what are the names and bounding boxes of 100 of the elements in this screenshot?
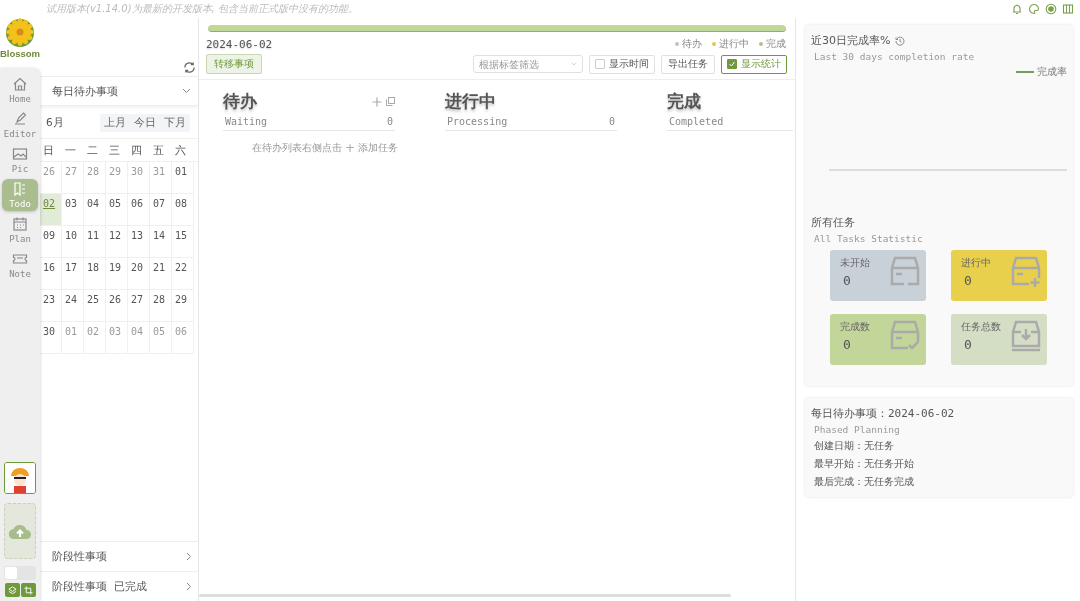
legend-line-icon (1016, 71, 1034, 73)
calendar-day[interactable]: 08 (172, 194, 194, 226)
card-subtitle: Last 30 days completion rate (813, 51, 976, 62)
show-time-toggle[interactable]: 显示时间 (589, 54, 655, 74)
export-button[interactable]: 导出任务 (661, 54, 715, 74)
app-name: Blossom (0, 48, 41, 59)
tray-icon (890, 320, 920, 352)
section-title: 所有任务 (811, 216, 856, 230)
crop-button[interactable] (20, 583, 36, 597)
calendar-day[interactable]: 18 (84, 258, 106, 290)
hint-text: 添加任务 (358, 141, 399, 155)
upload-button[interactable] (4, 503, 36, 559)
layers-button[interactable] (4, 583, 20, 597)
chevron-down-icon (182, 88, 191, 94)
record-icon[interactable] (1045, 3, 1057, 15)
bookmark-list-icon (12, 181, 28, 197)
download-icon (1011, 320, 1041, 352)
legend-label: 完成 (766, 37, 786, 51)
section-subtitle: All Tasks Statistic (813, 233, 924, 244)
refresh-icon[interactable] (183, 61, 196, 74)
scrollbar[interactable] (199, 594, 731, 597)
calendar-day[interactable]: 05 (106, 194, 128, 226)
detail-line: 最早开始：无任务开始 (813, 457, 915, 471)
month-label: 6月 (46, 116, 64, 130)
phase-list-item[interactable]: 阶段性事项 已完成 (40, 571, 198, 601)
bell-icon[interactable] (1011, 3, 1023, 15)
calendar-day[interactable]: 15 (172, 226, 194, 258)
tray-icon (1011, 256, 1041, 288)
image-icon (12, 146, 28, 162)
calendar-day[interactable]: 14 (150, 226, 172, 258)
calendar-day[interactable]: 09 (40, 226, 62, 258)
calendar-day[interactable]: 04 (84, 194, 106, 226)
calendar-day[interactable]: 16 (40, 258, 62, 290)
weekday-label: 六 (174, 142, 187, 158)
calendar-day[interactable]: 01 (172, 162, 194, 194)
board-date: 2024-06-02 (206, 37, 273, 51)
theme-switch[interactable] (4, 566, 36, 580)
calendar-day[interactable]: 06 (128, 194, 150, 226)
calendar-day[interactable]: 23 (40, 290, 62, 322)
card-subtitle: Phased Planning (813, 424, 901, 435)
calendar-day[interactable]: 10 (62, 226, 84, 258)
detail-line: 最后完成：无任务完成 (813, 475, 915, 489)
calendar-nav-button[interactable]: 今日 (130, 114, 160, 132)
calendar-day[interactable]: 24 (62, 290, 84, 322)
column-title: 完成 (667, 90, 701, 113)
copy-icon[interactable] (386, 97, 395, 106)
show-stats-toggle[interactable]: 显示统计 (721, 54, 787, 74)
plus-icon: + (345, 141, 356, 155)
calendar-day[interactable]: 29 (172, 290, 194, 322)
chevron-down-icon (571, 61, 577, 67)
calendar-day[interactable]: 26 (106, 290, 128, 322)
calendar-day[interactable]: 27 (128, 290, 150, 322)
cloud-upload-icon (8, 522, 32, 540)
crop-icon (23, 585, 33, 595)
legend-label: 待办 (682, 37, 702, 51)
palette-icon[interactable] (1028, 3, 1040, 15)
add-icon[interactable] (372, 96, 382, 107)
stat-label: 完成数 (840, 320, 870, 334)
calendar-day[interactable]: 22 (172, 258, 194, 290)
tag-filter[interactable]: 根据标签筛选 (473, 55, 583, 73)
phase-list-item[interactable]: 阶段性事项 (40, 541, 198, 571)
home-icon (12, 76, 28, 92)
column-title: 待办 (223, 90, 257, 113)
chevron-right-icon (186, 582, 192, 591)
history-icon[interactable] (895, 35, 906, 46)
legend-label: 完成率 (1037, 65, 1067, 79)
calendar-day[interactable]: 28 (150, 290, 172, 322)
ticket-icon (12, 251, 28, 267)
card-title: 近30日完成率% (811, 33, 891, 48)
weekday-label: 四 (130, 142, 143, 158)
calendar-day[interactable]: 07 (150, 194, 172, 226)
sunflower-logo (5, 18, 35, 48)
calendar-day[interactable]: 25 (84, 290, 106, 322)
stat-value: 0 (842, 337, 852, 352)
calendar-day[interactable]: 19 (106, 258, 128, 290)
stat-label: 未开始 (840, 256, 870, 270)
stat-value: 0 (963, 337, 973, 352)
column-subtitle: Completed (669, 116, 724, 127)
calendar-day[interactable]: 20 (128, 258, 150, 290)
weekday-label: 二 (86, 142, 99, 158)
calendar-day[interactable]: 13 (128, 226, 150, 258)
stat-label: 任务总数 (961, 320, 1001, 334)
tray-icon (890, 256, 920, 288)
calendar-day[interactable]: 03 (62, 194, 84, 226)
calendar-icon (12, 216, 28, 232)
hint-text: 在待办列表右侧点击 (252, 141, 342, 155)
list-selector[interactable]: 每日待办事项 (40, 76, 198, 106)
stat-value: 0 (842, 273, 852, 288)
stat-value: 0 (963, 273, 973, 288)
calendar-day[interactable]: 17 (62, 258, 84, 290)
detail-line: 创建日期：无任务 (813, 439, 895, 453)
calendar-day[interactable]: 30 (40, 322, 62, 354)
pen-icon (12, 111, 28, 127)
weekday-label: 一 (64, 142, 77, 158)
columns-icon[interactable] (1062, 3, 1074, 15)
calendar-day[interactable]: 21 (150, 258, 172, 290)
calendar-nav-button[interactable]: 下月 (160, 114, 190, 132)
calendar-day[interactable]: 12 (106, 226, 128, 258)
calendar-nav-button[interactable]: 上月 (100, 114, 130, 132)
calendar-day[interactable]: 11 (84, 226, 106, 258)
